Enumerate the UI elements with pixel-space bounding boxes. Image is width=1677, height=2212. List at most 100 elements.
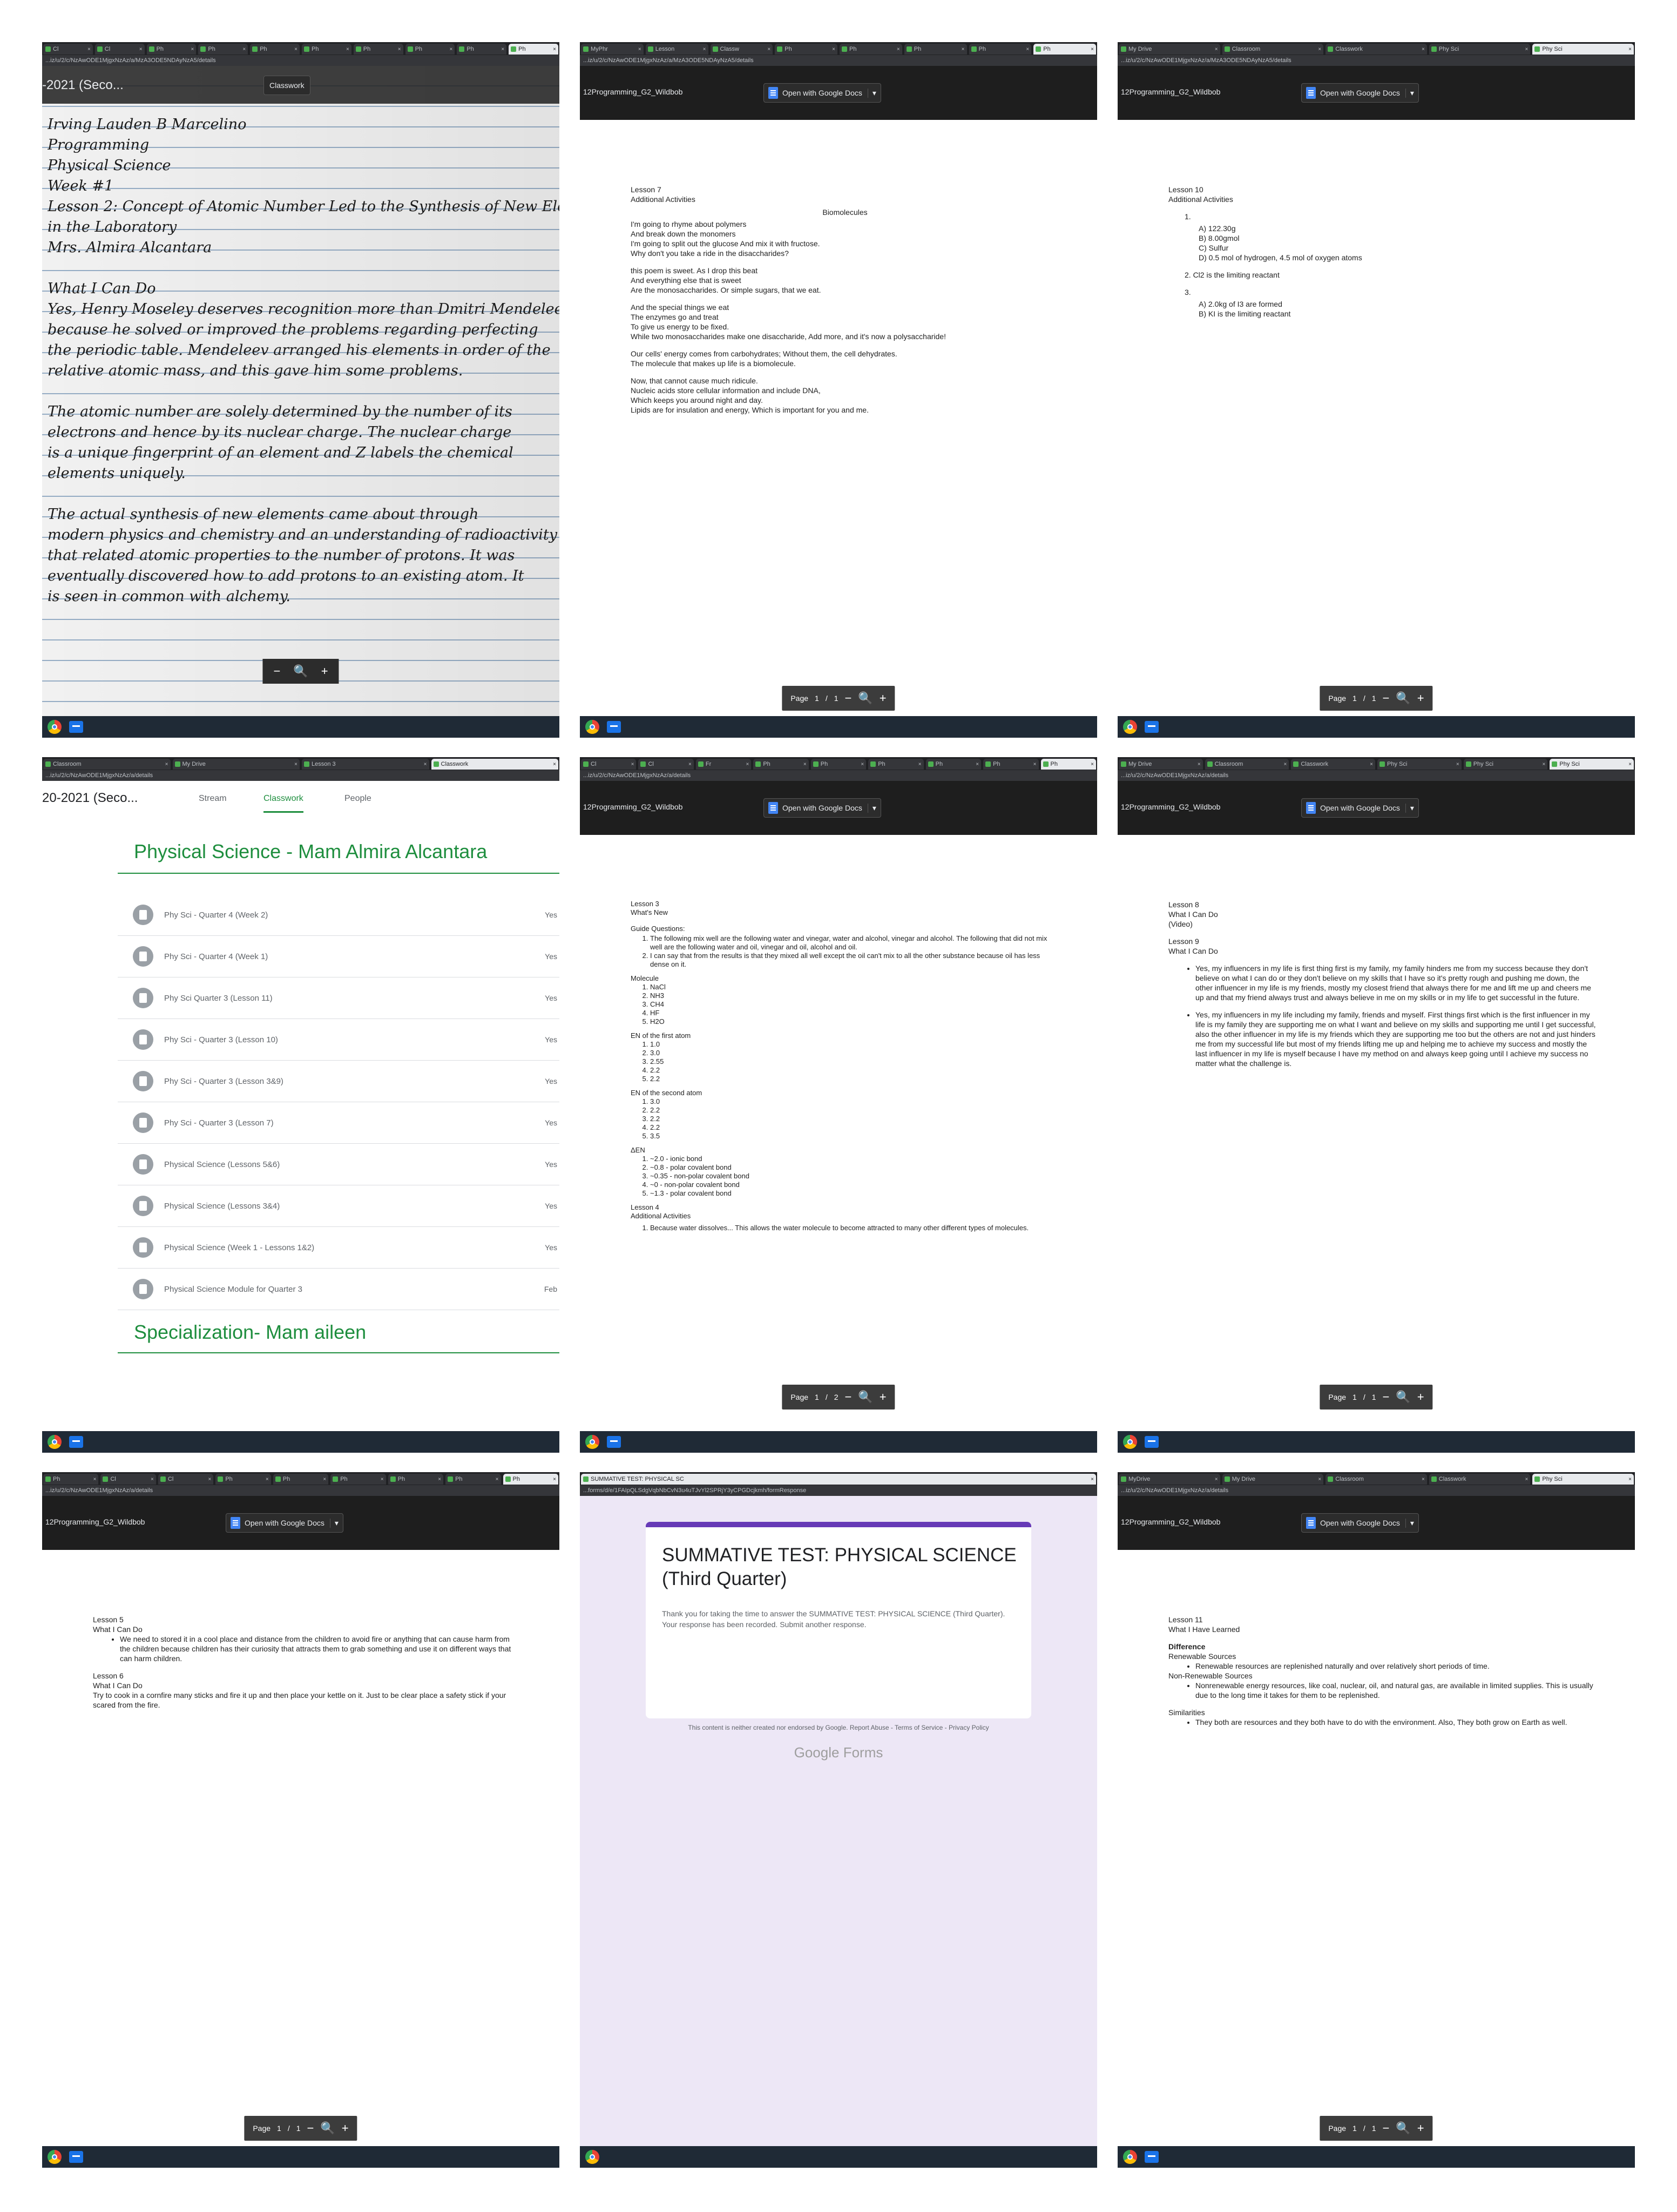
close-tab-icon[interactable]: × <box>164 761 168 767</box>
browser-tab[interactable]: Cl × <box>100 1474 156 1485</box>
browser-tab[interactable]: Classroom × <box>1326 1474 1427 1485</box>
browser-tab[interactable]: Cl × <box>94 44 145 55</box>
browser-tab[interactable]: Phy Sci × <box>1532 1474 1634 1485</box>
close-tab-icon[interactable]: × <box>86 46 91 52</box>
browser-tab[interactable]: Cl × <box>638 759 694 770</box>
tab-strip[interactable]: My Drive × Classroom × Classwork × Phy Sci × Phy… <box>1118 42 1635 55</box>
browser-tab[interactable]: Lesson 3 × <box>302 759 429 770</box>
close-tab-icon[interactable]: × <box>1627 46 1632 52</box>
browser-tab[interactable]: Ph × <box>983 759 1039 770</box>
address-bar[interactable]: ...iz/u/2/c/NzAwODE1MjgxNzAz/a/MzA3ODE5N… <box>42 55 559 66</box>
open-with-docs-button[interactable]: Open with Google Docs ▾ <box>1301 83 1419 103</box>
browser-tab[interactable]: Ph × <box>904 44 967 55</box>
chrome-icon[interactable] <box>1123 720 1137 734</box>
tab-strip[interactable]: Cl × Cl × Fr × Ph × Ph × Ph × Ph × Ph × Ph × <box>580 757 1097 770</box>
tab-classwork[interactable]: Classwork <box>263 794 303 813</box>
browser-tab[interactable]: My Drive × <box>1119 759 1203 770</box>
classwork-item[interactable]: Phy Sci - Quarter 4 (Week 2) Yes <box>118 894 559 936</box>
close-tab-icon[interactable]: × <box>974 761 979 767</box>
files-icon[interactable] <box>607 721 621 733</box>
tab-strip[interactable]: MyPhr × Lesson × Classw × Ph × Ph × Ph × Ph × Ph × <box>580 42 1097 55</box>
classwork-item[interactable]: Phy Sci - Quarter 3 (Lesson 10) Yes <box>118 1019 559 1061</box>
files-icon[interactable] <box>1145 2151 1159 2163</box>
close-tab-icon[interactable]: × <box>206 1476 211 1482</box>
close-tab-icon[interactable]: × <box>1316 46 1321 52</box>
address-bar[interactable]: ...iz/u/2/c/NzAwODE1MjgxNzAz/a/details <box>1118 770 1635 781</box>
close-tab-icon[interactable]: × <box>1541 761 1546 767</box>
zoom-out-button[interactable]: − <box>273 664 280 678</box>
browser-tab[interactable]: Phy Sci × <box>1532 44 1634 55</box>
browser-tab[interactable]: Ph × <box>273 1474 329 1485</box>
browser-tab[interactable]: Classroom × <box>43 759 171 770</box>
close-tab-icon[interactable]: × <box>1524 46 1529 52</box>
browser-tab[interactable]: Phy Sci × <box>1550 759 1634 770</box>
files-icon[interactable] <box>607 1436 621 1448</box>
zoom-in-button[interactable]: + <box>1417 1390 1424 1404</box>
close-tab-icon[interactable]: × <box>551 46 556 52</box>
classwork-item[interactable]: Physical Science (Lessons 5&6) Yes <box>118 1144 559 1185</box>
zoom-in-button[interactable]: + <box>880 1390 887 1404</box>
classwork-item[interactable]: Physical Science (Lessons 3&4) Yes <box>118 1185 559 1227</box>
zoom-out-button[interactable]: − <box>845 691 852 705</box>
browser-tab[interactable]: MyPhr × <box>581 44 644 55</box>
close-tab-icon[interactable]: × <box>1089 46 1094 52</box>
tab-strip[interactable]: Cl × Cl × Ph × Ph × Ph × Ph × Ph × Ph × Ph × Ph × <box>42 42 559 55</box>
browser-tab[interactable]: Phy Sci × <box>1429 44 1531 55</box>
browser-tab[interactable]: MyDrive × <box>1119 1474 1220 1485</box>
chevron-down-icon[interactable]: ▾ <box>1405 803 1414 813</box>
browser-tab[interactable]: Ph × <box>445 1474 501 1485</box>
address-bar[interactable]: ...forms/d/e/1FAIpQLSdgVqbNbCvN3u4uTJvYl… <box>580 1485 1097 1496</box>
close-tab-icon[interactable]: × <box>1024 46 1029 52</box>
page-current[interactable]: 1 <box>815 694 819 703</box>
close-tab-icon[interactable]: × <box>1368 761 1373 767</box>
zoom-out-button[interactable]: − <box>1383 2121 1390 2135</box>
address-bar[interactable]: ...iz/u/2/c/NzAwODE1MjgxNzAz/a/details <box>1118 1485 1635 1496</box>
open-with-docs-button[interactable]: Open with Google Docs ▾ <box>1301 1513 1419 1533</box>
browser-tab[interactable]: Ph × <box>146 44 197 55</box>
zoom-out-button[interactable]: − <box>1383 1390 1390 1404</box>
zoom-icon[interactable]: 🔍 <box>293 664 308 678</box>
chevron-down-icon[interactable]: ▾ <box>329 1518 339 1528</box>
browser-tab[interactable]: Ph × <box>405 44 455 55</box>
browser-tab[interactable]: Ph × <box>330 1474 386 1485</box>
browser-tab[interactable]: Ph × <box>353 44 403 55</box>
open-with-docs-button[interactable]: Open with Google Docs ▾ <box>763 798 881 818</box>
close-tab-icon[interactable]: × <box>917 761 922 767</box>
browser-tab[interactable]: Ph × <box>868 759 924 770</box>
browser-tab[interactable]: Phy Sci × <box>1377 759 1462 770</box>
browser-tab[interactable]: Ph × <box>1040 759 1096 770</box>
close-tab-icon[interactable]: × <box>396 46 401 52</box>
close-tab-icon[interactable]: × <box>149 1476 154 1482</box>
browser-tab[interactable]: Ph × <box>43 1474 99 1485</box>
classwork-item[interactable]: Phy Sci - Quarter 4 (Week 1) Yes <box>118 936 559 977</box>
close-tab-icon[interactable]: × <box>499 46 504 52</box>
close-tab-icon[interactable]: × <box>551 761 556 767</box>
zoom-icon[interactable]: 🔍 <box>1396 2121 1410 2135</box>
browser-tab[interactable]: Ph × <box>925 759 982 770</box>
tab-strip[interactable]: Classroom × My Drive × Lesson 3 × Classwork × <box>42 757 559 770</box>
close-tab-icon[interactable]: × <box>1089 1476 1094 1482</box>
browser-tab[interactable]: Ph × <box>388 1474 444 1485</box>
zoom-icon[interactable]: 🔍 <box>858 691 873 705</box>
browser-tab[interactable]: Ph × <box>509 44 558 55</box>
address-bar[interactable]: ...iz/u/2/c/NzAwODE1MjgxNzAz/a/MzA3ODE5N… <box>580 55 1097 66</box>
close-tab-icon[interactable]: × <box>1627 1476 1632 1482</box>
zoom-out-button[interactable]: − <box>307 2121 314 2135</box>
browser-tab[interactable]: SUMMATIVE TEST: PHYSICAL SC × <box>581 1474 1096 1485</box>
close-tab-icon[interactable]: × <box>1196 761 1201 767</box>
close-tab-icon[interactable]: × <box>1316 1476 1321 1482</box>
browser-tab[interactable]: Classwork × <box>431 759 558 770</box>
zoom-icon[interactable]: 🔍 <box>1396 1390 1410 1404</box>
chevron-down-icon[interactable]: ▾ <box>867 803 876 813</box>
browser-tab[interactable]: Lesson × <box>645 44 708 55</box>
close-tab-icon[interactable]: × <box>1420 1476 1425 1482</box>
close-tab-icon[interactable]: × <box>264 1476 269 1482</box>
zoom-in-button[interactable]: + <box>880 691 887 705</box>
close-tab-icon[interactable]: × <box>494 1476 499 1482</box>
tab-stream[interactable]: Stream <box>199 794 227 804</box>
browser-tab[interactable]: Classroom × <box>1222 44 1324 55</box>
address-bar[interactable]: ...iz/u/2/c/NzAwODE1MjgxNzAz/a/details <box>42 770 559 781</box>
browser-tab[interactable]: Ph × <box>198 44 248 55</box>
close-tab-icon[interactable]: × <box>701 46 706 52</box>
close-tab-icon[interactable]: × <box>293 761 297 767</box>
